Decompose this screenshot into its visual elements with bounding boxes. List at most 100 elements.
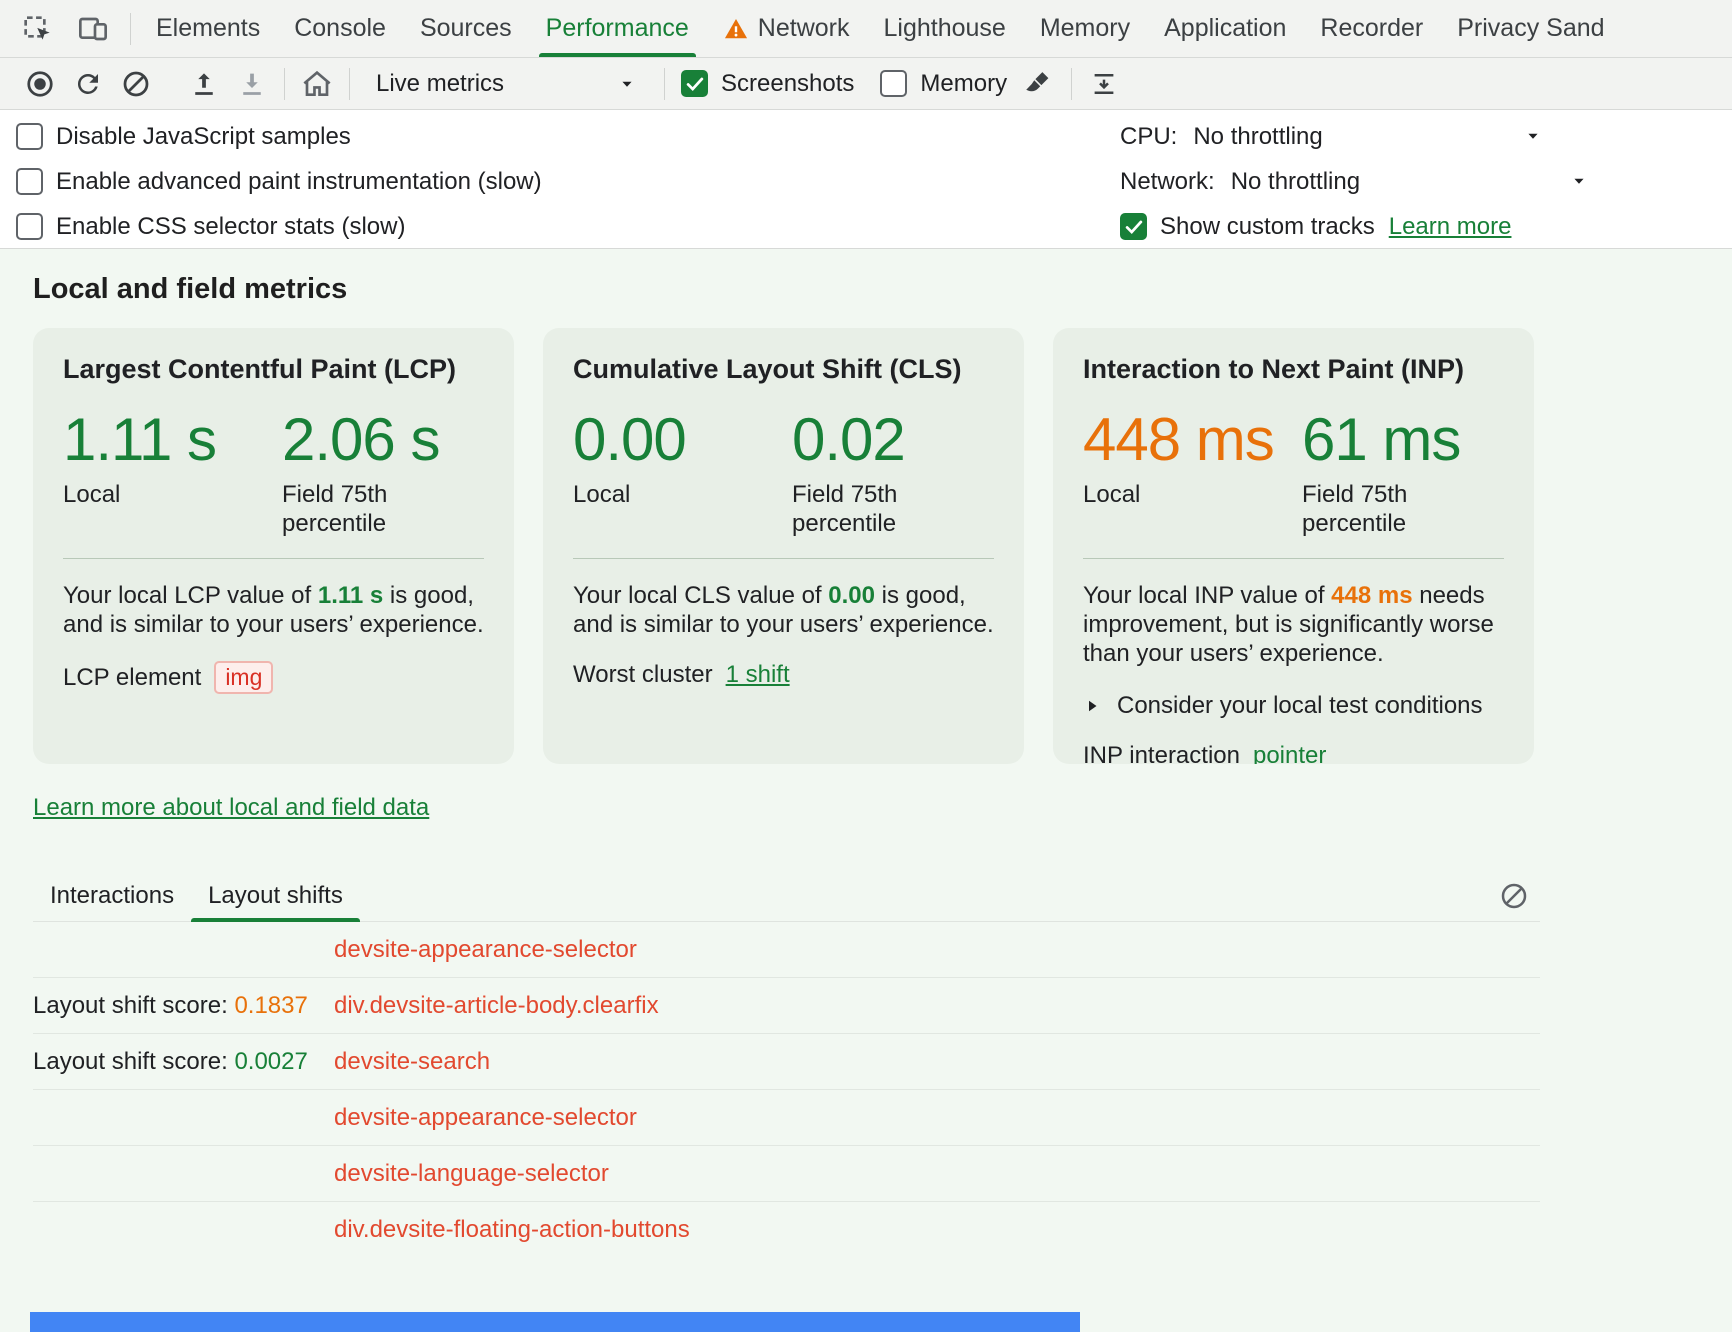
warning-icon xyxy=(723,16,749,42)
screenshots-checkbox[interactable] xyxy=(681,70,708,97)
network-throttling-select[interactable]: Network: No throttling xyxy=(1120,159,1582,204)
lcp-element-link[interactable]: img xyxy=(214,661,273,694)
tab-network[interactable]: Network xyxy=(706,0,867,57)
tab-performance[interactable]: Performance xyxy=(529,0,706,57)
lcp-description: Your local LCP value of 1.11 s is good, … xyxy=(63,581,484,639)
tab-interactions[interactable]: Interactions xyxy=(33,870,191,921)
cls-field-value: 0.02 xyxy=(792,409,972,470)
memory-checkbox-row[interactable]: Memory xyxy=(880,70,1007,98)
tab-console[interactable]: Console xyxy=(277,0,403,57)
show-custom-tracks-row: Show custom tracks Learn more xyxy=(1120,204,1582,249)
tab-application[interactable]: Application xyxy=(1147,0,1303,57)
clear-button[interactable] xyxy=(112,62,160,106)
show-custom-tracks-label: Show custom tracks xyxy=(1160,213,1375,241)
tabbar-icon-group xyxy=(0,0,122,57)
divider xyxy=(130,13,131,45)
card-title: Cumulative Layout Shift (CLS) xyxy=(573,354,994,385)
lcp-element-label: LCP element xyxy=(63,664,201,692)
layout-shift-row: Layout shift score: 0.1837 div.devsite-a… xyxy=(33,978,1540,1034)
advanced-paint-checkbox[interactable] xyxy=(16,168,43,195)
divider xyxy=(284,68,285,100)
collect-garbage-icon[interactable] xyxy=(1015,62,1063,106)
tab-recorder[interactable]: Recorder xyxy=(1303,0,1440,57)
worst-cluster-link[interactable]: 1 shift xyxy=(726,661,790,689)
field-label: Field 75th percentile xyxy=(792,480,972,538)
inp-local-value: 448 ms xyxy=(1083,409,1302,470)
inspect-element-icon[interactable] xyxy=(16,8,58,50)
load-profile-button[interactable] xyxy=(180,62,228,106)
bottom-blue-strip xyxy=(30,1312,1080,1332)
field-label: Field 75th percentile xyxy=(1302,480,1482,538)
node-link[interactable]: devsite-appearance-selector xyxy=(334,1104,637,1132)
history-dropdown-value: Live metrics xyxy=(376,70,504,98)
layout-shift-row: devsite-appearance-selector xyxy=(33,922,1540,978)
cls-description: Your local CLS value of 0.00 is good, an… xyxy=(573,581,994,639)
chevron-down-icon xyxy=(1568,170,1590,199)
devtools-tabbar: Elements Console Sources Performance Net… xyxy=(0,0,1732,58)
save-profile-button[interactable] xyxy=(228,62,276,106)
disable-js-samples-checkbox[interactable] xyxy=(16,123,43,150)
network-label: Network: xyxy=(1120,168,1215,196)
local-test-conditions-expander[interactable]: Consider your local test conditions xyxy=(1083,692,1504,720)
inp-description: Your local INP value of 448 ms needs imp… xyxy=(1083,581,1504,668)
screenshots-checkbox-row[interactable]: Screenshots xyxy=(681,70,854,98)
card-title: Interaction to Next Paint (INP) xyxy=(1083,354,1504,385)
inp-interaction-link[interactable]: pointer xyxy=(1253,742,1326,764)
show-custom-tracks-toggle[interactable]: Show custom tracks xyxy=(1120,204,1375,249)
layout-shift-row: Layout shift score: 0.0027 devsite-searc… xyxy=(33,1034,1540,1090)
tab-lighthouse[interactable]: Lighthouse xyxy=(866,0,1022,57)
metric-cards: Largest Contentful Paint (LCP) 1.11 s Lo… xyxy=(33,328,1732,764)
local-label: Local xyxy=(63,480,282,509)
cpu-throttling-value: No throttling xyxy=(1193,123,1322,151)
history-dropdown[interactable]: Live metrics xyxy=(368,64,646,104)
divider xyxy=(573,558,994,559)
page-title: Local and field metrics xyxy=(33,273,1732,306)
field-label: Field 75th percentile xyxy=(282,480,462,538)
inp-interaction-label: INP interaction xyxy=(1083,742,1240,764)
record-and-reload-button[interactable] xyxy=(64,62,112,106)
home-button[interactable] xyxy=(293,62,341,106)
score-cell: Layout shift score: 0.1837 xyxy=(33,992,334,1020)
screenshots-label: Screenshots xyxy=(721,70,854,98)
log-tabbar: Interactions Layout shifts xyxy=(33,870,1540,922)
node-link[interactable]: devsite-search xyxy=(334,1048,490,1076)
layout-shift-row: devsite-language-selector xyxy=(33,1146,1540,1202)
throttling-settings: CPU: No throttling Network: No throttlin… xyxy=(1120,114,1582,249)
card-title: Largest Contentful Paint (LCP) xyxy=(63,354,484,385)
node-link[interactable]: div.devsite-floating-action-buttons xyxy=(334,1216,690,1244)
divider xyxy=(664,68,665,100)
divider xyxy=(63,558,484,559)
custom-tracks-learn-more-link[interactable]: Learn more xyxy=(1389,213,1512,241)
cls-local-value: 0.00 xyxy=(573,409,792,470)
device-toolbar-icon[interactable] xyxy=(72,8,114,50)
divider xyxy=(1083,558,1504,559)
live-metrics-view: Local and field metrics Largest Contentf… xyxy=(0,249,1732,1332)
score-cell: Layout shift score: 0.0027 xyxy=(33,1048,334,1076)
tab-memory[interactable]: Memory xyxy=(1023,0,1147,57)
divider xyxy=(1071,68,1072,100)
lcp-local-value: 1.11 s xyxy=(63,409,282,470)
cpu-throttling-select[interactable]: CPU: No throttling xyxy=(1120,114,1582,159)
metric-card-cls: Cumulative Layout Shift (CLS) 0.00 Local… xyxy=(543,328,1024,764)
advanced-paint-label: Enable advanced paint instrumentation (s… xyxy=(56,168,542,196)
memory-checkbox[interactable] xyxy=(880,70,907,97)
node-link[interactable]: devsite-language-selector xyxy=(334,1160,609,1188)
show-custom-tracks-checkbox[interactable] xyxy=(1120,213,1147,240)
clear-log-button[interactable] xyxy=(1498,880,1530,912)
capture-settings-icon[interactable] xyxy=(1080,62,1128,106)
tab-layout-shifts[interactable]: Layout shifts xyxy=(191,870,360,921)
tab-sources[interactable]: Sources xyxy=(403,0,529,57)
cpu-label: CPU: xyxy=(1120,123,1177,151)
local-label: Local xyxy=(573,480,792,509)
tab-privacy-sandbox[interactable]: Privacy Sand xyxy=(1440,0,1621,57)
network-throttling-value: No throttling xyxy=(1231,168,1360,196)
record-button[interactable] xyxy=(16,62,64,106)
css-selector-stats-checkbox[interactable] xyxy=(16,213,43,240)
node-link[interactable]: devsite-appearance-selector xyxy=(334,936,637,964)
node-link[interactable]: div.devsite-article-body.clearfix xyxy=(334,992,659,1020)
inp-field-value: 61 ms xyxy=(1302,409,1482,470)
tab-label: Network xyxy=(758,14,850,43)
worst-cluster-label: Worst cluster xyxy=(573,661,713,689)
local-field-learn-more-link[interactable]: Learn more about local and field data xyxy=(33,794,429,822)
tab-elements[interactable]: Elements xyxy=(139,0,277,57)
